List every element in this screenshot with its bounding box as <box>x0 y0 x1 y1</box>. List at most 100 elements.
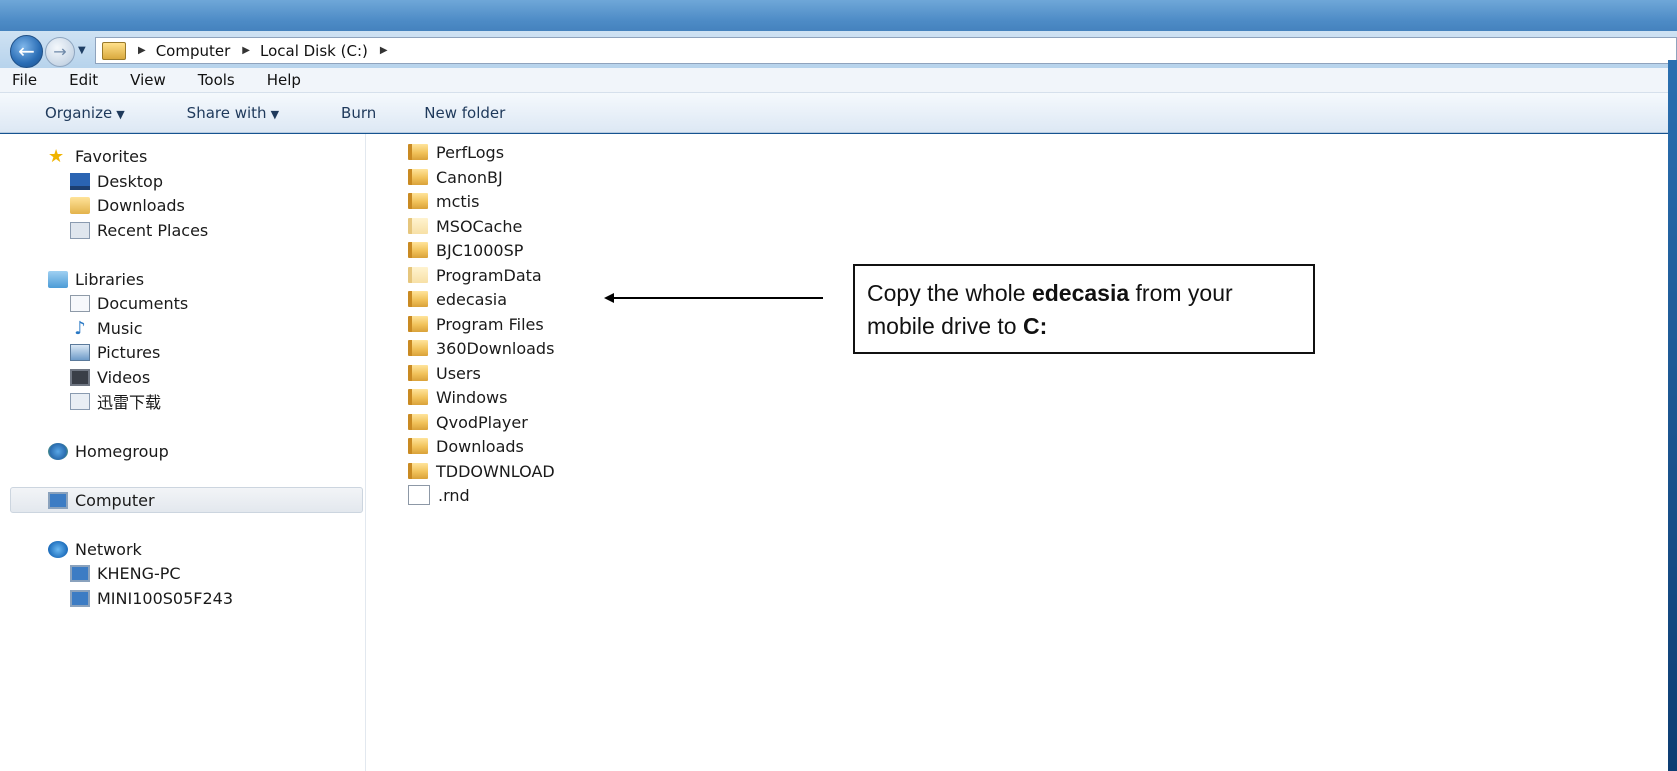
list-item[interactable]: QvodPlayer <box>408 411 528 433</box>
nav-libraries[interactable]: Libraries <box>48 268 144 290</box>
recent-pages-dropdown[interactable]: ▼ <box>78 45 86 56</box>
hidden-folder-icon <box>408 267 428 283</box>
nav-videos[interactable]: Videos <box>70 366 150 388</box>
list-item[interactable]: CanonBJ <box>408 166 503 188</box>
nav-homegroup[interactable]: Homegroup <box>48 440 169 462</box>
list-item[interactable]: .rnd <box>408 484 470 506</box>
nav-label: Music <box>97 318 143 338</box>
list-item[interactable]: MSOCache <box>408 215 522 237</box>
nav-recent-places[interactable]: Recent Places <box>70 219 208 241</box>
menu-edit[interactable]: Edit <box>69 71 98 89</box>
folder-icon <box>408 193 428 209</box>
file-name: Downloads <box>436 436 524 456</box>
nav-pictures[interactable]: Pictures <box>70 341 160 363</box>
list-item[interactable]: TDDOWNLOAD <box>408 460 555 482</box>
list-item[interactable]: ProgramData <box>408 264 542 286</box>
forward-button[interactable]: → <box>45 37 75 67</box>
menu-tools[interactable]: Tools <box>198 71 235 89</box>
list-item[interactable]: 360Downloads <box>408 337 554 359</box>
nav-network[interactable]: Network <box>48 538 142 560</box>
explorer-window: ← → ▼ ▶ Computer ▶ Local Disk (C:) ▶ Fil… <box>0 0 1677 771</box>
burn-button[interactable]: Burn <box>341 104 376 122</box>
folder-icon <box>408 365 428 381</box>
network-globe-icon <box>48 540 68 558</box>
folder-icon <box>408 291 428 307</box>
downloads-folder-icon <box>70 196 90 214</box>
breadcrumb-separator-icon[interactable]: ▶ <box>138 45 146 56</box>
file-name: PerfLogs <box>436 142 505 162</box>
callout-text: Copy the whole <box>867 280 1032 306</box>
hidden-folder-icon <box>408 218 428 234</box>
menu-view[interactable]: View <box>130 71 166 89</box>
callout-drive-name: C: <box>1022 313 1048 339</box>
file-name: BJC1000SP <box>436 240 524 260</box>
list-item[interactable]: BJC1000SP <box>408 239 523 261</box>
file-name: MSOCache <box>436 216 523 236</box>
file-icon <box>408 485 430 505</box>
nav-label: Desktop <box>97 171 163 191</box>
star-icon: ★ <box>48 145 65 167</box>
music-note-icon: ♪ <box>74 317 86 339</box>
nav-kheng-pc[interactable]: KHENG-PC <box>70 562 181 584</box>
nav-computer[interactable]: Computer <box>48 489 155 511</box>
libraries-icon <box>48 270 68 288</box>
nav-music[interactable]: ♪ Music <box>70 317 143 339</box>
list-item[interactable]: edecasia <box>408 288 507 310</box>
window-right-edge <box>1668 60 1677 771</box>
share-with-button[interactable]: Share with ▼ <box>187 104 279 122</box>
list-item[interactable]: mctis <box>408 190 479 212</box>
list-item[interactable]: Downloads <box>408 435 524 457</box>
desktop-icon <box>70 172 90 190</box>
nav-documents[interactable]: Documents <box>70 292 188 314</box>
list-item[interactable]: Windows <box>408 386 507 408</box>
breadcrumb-separator-icon[interactable]: ▶ <box>242 45 250 56</box>
menu-help[interactable]: Help <box>267 71 301 89</box>
command-bar: Organize ▼ Share with ▼ Burn New folder <box>0 93 1677 133</box>
folder-icon <box>408 242 428 258</box>
menu-file[interactable]: File <box>12 71 37 89</box>
breadcrumb-computer[interactable]: Computer <box>156 42 231 60</box>
organize-button[interactable]: Organize ▼ <box>45 104 125 122</box>
nav-label: Homegroup <box>75 441 169 461</box>
file-name: TDDOWNLOAD <box>436 461 555 481</box>
nav-label: Computer <box>75 490 155 510</box>
computer-icon <box>70 589 90 607</box>
nav-label: Documents <box>97 293 189 313</box>
instruction-callout: Copy the whole edecasia from your mobile… <box>853 264 1315 354</box>
file-name: ProgramData <box>436 265 542 285</box>
nav-downloads[interactable]: Downloads <box>70 194 185 216</box>
nav-label: MINI100S05F243 <box>97 588 234 608</box>
list-item[interactable]: Program Files <box>408 313 544 335</box>
folder-icon <box>408 316 428 332</box>
breadcrumb-local-disk[interactable]: Local Disk (C:) <box>260 42 368 60</box>
nav-desktop[interactable]: Desktop <box>70 170 163 192</box>
computer-icon <box>48 491 68 509</box>
nav-xunlei[interactable]: 迅雷下载 <box>70 390 161 412</box>
computer-location-icon <box>102 41 126 60</box>
back-button[interactable]: ← <box>10 35 43 68</box>
folder-icon <box>408 463 428 479</box>
computer-icon <box>70 564 90 582</box>
nav-label: Libraries <box>75 269 145 289</box>
file-name: 360Downloads <box>436 338 555 358</box>
address-bar[interactable]: ▶ Computer ▶ Local Disk (C:) ▶ <box>95 37 1677 64</box>
menu-bar: File Edit View Tools Help <box>0 68 1677 93</box>
annotation-arrow-head-icon <box>604 293 614 303</box>
folder-icon <box>408 438 428 454</box>
file-list-pane <box>366 134 1677 771</box>
list-item[interactable]: Users <box>408 362 481 384</box>
nav-label: Recent Places <box>97 220 209 240</box>
breadcrumb-separator-icon[interactable]: ▶ <box>380 45 388 56</box>
nav-mini-pc[interactable]: MINI100S05F243 <box>70 587 233 609</box>
file-name: CanonBJ <box>436 167 503 187</box>
new-folder-button[interactable]: New folder <box>424 104 505 122</box>
folder-icon <box>408 389 428 405</box>
file-name: mctis <box>436 191 480 211</box>
nav-label: Favorites <box>75 146 148 166</box>
nav-favorites[interactable]: ★ Favorites <box>48 145 147 167</box>
nav-label: 迅雷下载 <box>97 393 162 412</box>
pictures-icon <box>70 343 90 361</box>
list-item[interactable]: PerfLogs <box>408 141 504 163</box>
videos-film-icon <box>70 368 90 386</box>
file-name: Windows <box>436 387 508 407</box>
